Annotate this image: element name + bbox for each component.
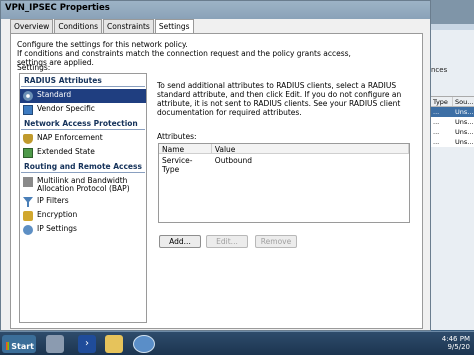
settings-tab-page: Configure the settings for this network … — [10, 33, 423, 329]
network-policy-server-icon[interactable] — [133, 335, 155, 353]
extended-state-icon — [23, 148, 33, 158]
grid-cell: ... — [433, 128, 440, 136]
bandwidth-icon — [23, 177, 33, 187]
attributes-list[interactable]: Name Value Service-Type Outbound — [158, 143, 410, 223]
clock-time: 4:46 PM — [441, 335, 470, 343]
grid-cell: ... — [433, 138, 440, 146]
background-grid-row[interactable]: ... Uns... — [431, 117, 474, 127]
nav-item-multilink-bap[interactable]: Multilink and Bandwidth Allocation Proto… — [20, 175, 146, 195]
tab-conditions[interactable]: Conditions — [54, 19, 103, 33]
nav-item-nap-enforcement[interactable]: NAP Enforcement — [20, 132, 146, 146]
grid-cell: Uns... — [455, 138, 474, 146]
background-grid-header[interactable]: Sou... — [453, 97, 474, 106]
system-clock[interactable]: 4:46 PM 9/5/20 — [442, 335, 470, 351]
nav-item-label: NAP Enforcement — [37, 133, 103, 142]
tab-settings[interactable]: Settings — [154, 19, 194, 33]
edit-button[interactable]: Edit... — [206, 235, 248, 248]
tab-strip: Overview Conditions Constraints Settings — [10, 19, 195, 33]
background-grid-row[interactable]: ... Uns... — [431, 107, 474, 117]
nav-item-ip-settings[interactable]: IP Settings — [20, 223, 146, 237]
start-label: Start — [11, 341, 34, 351]
nav-item-encryption[interactable]: Encryption — [20, 209, 146, 223]
intro-text: Configure the settings for this network … — [17, 40, 377, 67]
attribute-name: Service-Type — [162, 156, 193, 174]
background-grid: Type Sou... ... Uns... ... Uns... ... Un… — [431, 96, 474, 147]
lock-icon — [23, 211, 33, 221]
nav-item-label: IP Filters — [37, 196, 69, 205]
folder-icon[interactable] — [105, 335, 123, 353]
tab-overview[interactable]: Overview — [10, 19, 54, 33]
nav-item-extended-state[interactable]: Extended State — [20, 146, 146, 160]
nav-heading-radius: RADIUS Attributes — [21, 75, 145, 87]
windows-logo-icon — [6, 342, 10, 350]
background-grid-row[interactable]: ... Uns... — [431, 127, 474, 137]
background-panel: nces Type Sou... ... Uns... ... Uns... .… — [430, 30, 474, 330]
nav-item-label: IP Settings — [37, 224, 77, 233]
gear-icon — [23, 91, 33, 101]
grid-cell: Uns... — [455, 128, 474, 136]
network-icon — [23, 225, 33, 235]
shield-icon — [23, 134, 33, 144]
nav-item-label: Encryption — [37, 210, 78, 219]
nav-heading-nap: Network Access Protection — [21, 118, 145, 130]
grid-cell: ... — [433, 118, 440, 126]
grid-cell: Uns... — [455, 118, 474, 126]
background-partial-text: nces — [431, 66, 448, 74]
settings-nav-tree: RADIUS Attributes Standard Vendor Specif… — [19, 73, 147, 323]
background-grid-row[interactable]: ... Uns... — [431, 137, 474, 147]
nav-item-label: Multilink and Bandwidth Allocation Proto… — [37, 176, 130, 193]
column-header-name[interactable]: Name — [159, 144, 212, 154]
tab-constraints[interactable]: Constraints — [103, 19, 154, 33]
remove-button[interactable]: Remove — [255, 235, 297, 248]
filter-icon — [23, 197, 33, 207]
background-grid-header[interactable]: Type — [431, 97, 453, 106]
attributes-label: Attributes: — [157, 132, 197, 141]
table-row[interactable]: Service-Type Outbound — [159, 154, 409, 174]
taskbar: Start › 4:46 PM 9/5/20 — [0, 331, 474, 355]
dialog-title: VPN_IPSEC Properties — [1, 1, 430, 19]
nav-item-label: Extended State — [37, 147, 95, 156]
column-header-value[interactable]: Value — [212, 144, 409, 154]
nav-item-standard[interactable]: Standard — [20, 89, 146, 103]
grid-cell: ... — [433, 108, 440, 116]
nav-item-label: Standard — [37, 90, 72, 99]
book-icon — [23, 105, 33, 115]
properties-dialog: VPN_IPSEC Properties Overview Conditions… — [0, 0, 431, 331]
attribute-value: Outbound — [214, 156, 253, 165]
intro-line-2: If conditions and constraints match the … — [17, 49, 351, 67]
server-manager-icon[interactable] — [46, 335, 64, 353]
grid-cell: Uns... — [455, 108, 474, 116]
nav-item-label: Vendor Specific — [37, 104, 95, 113]
powershell-icon[interactable]: › — [78, 335, 96, 353]
intro-line-1: Configure the settings for this network … — [17, 40, 188, 49]
attributes-description: To send additional attributes to RADIUS … — [157, 81, 402, 117]
settings-label: Settings: — [17, 63, 51, 72]
add-button[interactable]: Add... — [159, 235, 201, 248]
nav-heading-rras: Routing and Remote Access — [21, 161, 145, 173]
standard-attributes-pane: To send additional attributes to RADIUS … — [153, 73, 415, 323]
nav-item-ip-filters[interactable]: IP Filters — [20, 195, 146, 209]
nav-item-vendor-specific[interactable]: Vendor Specific — [20, 103, 146, 117]
clock-date: 9/5/20 — [447, 343, 470, 351]
start-button[interactable]: Start — [2, 335, 36, 353]
